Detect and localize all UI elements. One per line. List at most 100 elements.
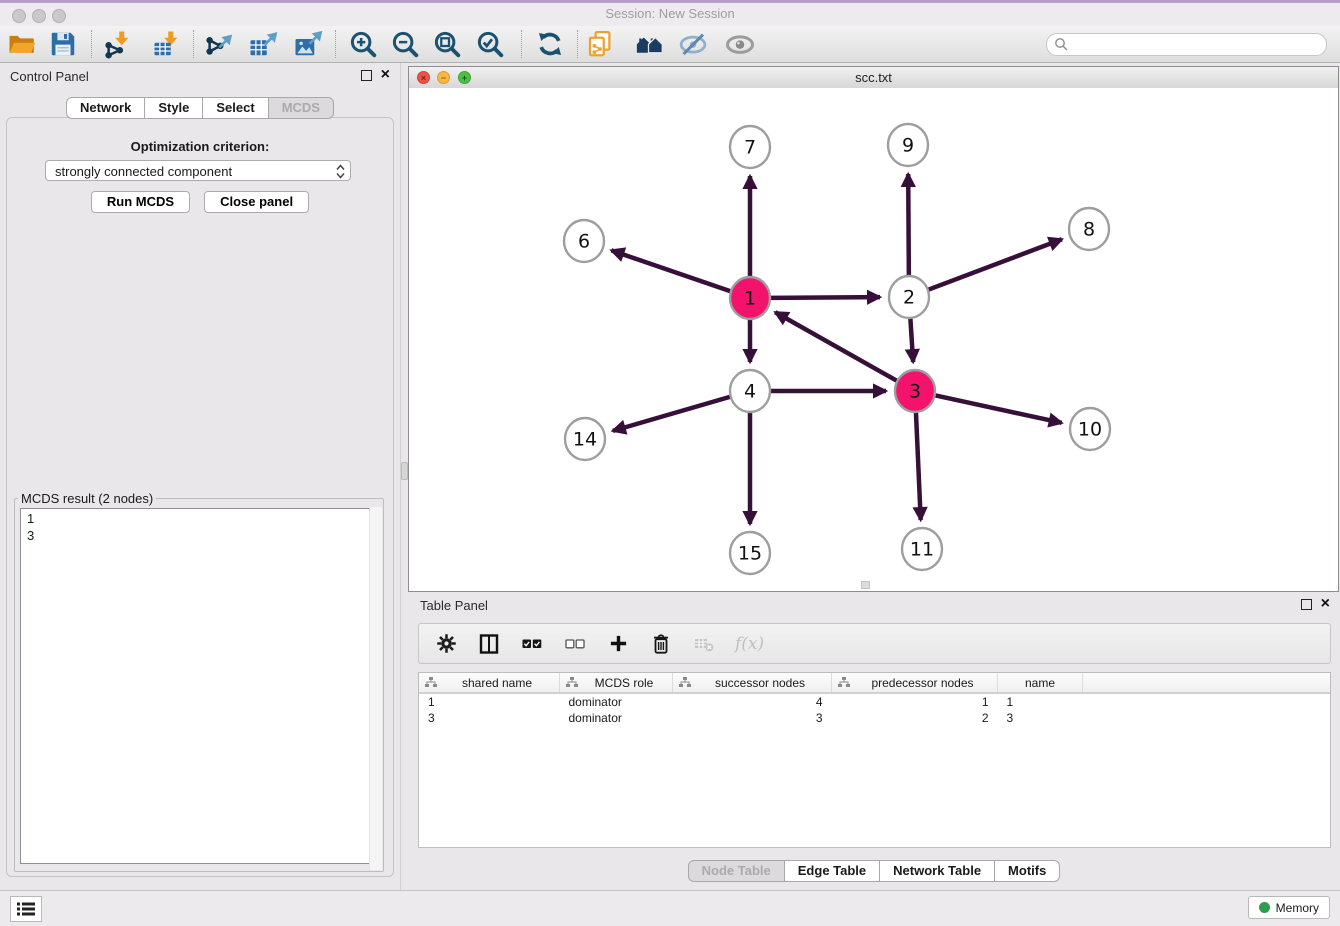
mcds-result-legend: MCDS result (2 nodes) bbox=[18, 491, 156, 506]
table-panel-title: Table Panel bbox=[420, 598, 488, 613]
column-header-predecessor-nodes[interactable]: predecessor nodes bbox=[832, 673, 998, 693]
node-14[interactable]: 14 bbox=[565, 418, 605, 460]
zoom-in-icon[interactable] bbox=[346, 29, 380, 59]
show-graphics-details-icon[interactable] bbox=[723, 29, 757, 59]
node-1[interactable]: 1 bbox=[730, 277, 770, 319]
zoom-fit-icon[interactable] bbox=[430, 29, 464, 59]
svg-text:6: 6 bbox=[578, 231, 590, 253]
edge-3-10[interactable] bbox=[936, 395, 1062, 422]
table-row-2[interactable]: 3dominator323 bbox=[419, 710, 1330, 726]
network-window-titlebar[interactable]: × − + scc.txt bbox=[409, 67, 1338, 89]
tab-node-table[interactable]: Node Table bbox=[688, 860, 785, 882]
cell-shared-name: 1 bbox=[419, 693, 560, 710]
float-panel-icon[interactable] bbox=[361, 70, 372, 81]
cell-successor-nodes: 4 bbox=[673, 693, 832, 710]
apply-layout-icon[interactable] bbox=[533, 29, 567, 59]
edge-2-3[interactable] bbox=[910, 318, 913, 362]
control-panel: Control Panel × NetworkStyleSelectMCDS O… bbox=[0, 63, 400, 890]
cell-filler bbox=[1083, 693, 1331, 710]
node-8[interactable]: 8 bbox=[1069, 208, 1109, 250]
select-all-columns-icon[interactable] bbox=[520, 632, 544, 656]
close-panel-icon[interactable]: × bbox=[381, 69, 390, 81]
cell-name: 3 bbox=[998, 710, 1083, 726]
application-window: Session: New Session bbox=[0, 0, 1340, 926]
node-table: shared nameMCDS rolesuccessor nodesprede… bbox=[418, 672, 1331, 848]
node-10[interactable]: 10 bbox=[1070, 408, 1110, 450]
search-input[interactable] bbox=[1071, 35, 1318, 54]
export-network-icon[interactable] bbox=[202, 29, 236, 59]
toggle-column-panel-icon[interactable] bbox=[477, 632, 501, 656]
column-header-successor-nodes[interactable]: successor nodes bbox=[673, 673, 832, 693]
network-canvas[interactable]: 7 9 6 8 1 2 4 3 14 10 15 11 bbox=[409, 88, 1338, 591]
network-graph[interactable]: 7 9 6 8 1 2 4 3 14 10 15 11 bbox=[409, 88, 1338, 591]
table-header-row: shared nameMCDS rolesuccessor nodesprede… bbox=[419, 673, 1330, 693]
column-header-shared-name[interactable]: shared name bbox=[419, 673, 560, 693]
tab-network[interactable]: Network bbox=[66, 97, 145, 119]
column-header-MCDS-role[interactable]: MCDS role bbox=[560, 673, 673, 693]
search-field bbox=[1046, 33, 1327, 56]
zoom-selected-icon[interactable] bbox=[473, 29, 507, 59]
status-bar: Memory bbox=[0, 890, 1340, 926]
close-table-panel-icon[interactable]: × bbox=[1321, 598, 1330, 610]
svg-text:14: 14 bbox=[573, 429, 597, 451]
delete-table-icon[interactable] bbox=[692, 632, 716, 656]
node-9[interactable]: 9 bbox=[888, 124, 928, 166]
node-7[interactable]: 7 bbox=[730, 126, 770, 168]
open-session-icon[interactable] bbox=[5, 29, 39, 59]
table-row-1[interactable]: 1dominator411 bbox=[419, 693, 1330, 710]
float-table-panel-icon[interactable] bbox=[1301, 599, 1312, 610]
edge-2-8[interactable] bbox=[929, 239, 1062, 289]
node-15[interactable]: 15 bbox=[730, 532, 770, 574]
splitter-grip[interactable] bbox=[401, 462, 408, 480]
node-2[interactable]: 2 bbox=[889, 276, 929, 318]
node-3[interactable]: 3 bbox=[895, 370, 935, 412]
edge-3-1[interactable] bbox=[775, 312, 896, 380]
export-image-icon[interactable] bbox=[291, 29, 325, 59]
column-settings-gear-icon[interactable] bbox=[434, 632, 458, 656]
edge-4-14[interactable] bbox=[613, 397, 730, 431]
node-4[interactable]: 4 bbox=[730, 370, 770, 412]
unselect-all-columns-icon[interactable] bbox=[563, 632, 587, 656]
node-11[interactable]: 11 bbox=[902, 528, 942, 570]
tab-edge-table[interactable]: Edge Table bbox=[785, 860, 880, 882]
window-resize-grip[interactable] bbox=[861, 581, 870, 589]
task-history-button[interactable] bbox=[10, 896, 42, 922]
svg-text:10: 10 bbox=[1078, 419, 1102, 441]
svg-text:2: 2 bbox=[903, 287, 915, 309]
tab-mcds[interactable]: MCDS bbox=[269, 97, 334, 119]
svg-text:9: 9 bbox=[902, 135, 914, 157]
toolbar-separator bbox=[521, 30, 522, 58]
node-6[interactable]: 6 bbox=[564, 220, 604, 262]
memory-button[interactable]: Memory bbox=[1248, 896, 1330, 919]
tab-style[interactable]: Style bbox=[145, 97, 203, 119]
mcds-result-text[interactable]: 13 bbox=[20, 508, 378, 864]
tab-network-table[interactable]: Network Table bbox=[880, 860, 995, 882]
hide-graphics-details-icon[interactable] bbox=[676, 29, 710, 59]
import-network-icon[interactable] bbox=[101, 29, 135, 59]
edge-1-6[interactable] bbox=[611, 250, 730, 291]
tab-motifs[interactable]: Motifs bbox=[995, 860, 1060, 882]
toolbar-separator bbox=[193, 30, 194, 58]
table-tabs: Node TableEdge TableNetwork TableMotifs bbox=[408, 860, 1340, 882]
save-session-icon[interactable] bbox=[46, 29, 80, 59]
add-column-icon[interactable] bbox=[606, 632, 630, 656]
export-table-icon[interactable] bbox=[246, 29, 280, 59]
first-neighbors-icon[interactable] bbox=[633, 29, 667, 59]
function-builder-icon[interactable]: f(x) bbox=[735, 634, 764, 654]
svg-text:8: 8 bbox=[1083, 219, 1095, 241]
panel-splitter[interactable] bbox=[400, 63, 408, 890]
column-header-name[interactable]: name bbox=[998, 673, 1083, 693]
result-scrollbar[interactable] bbox=[369, 507, 382, 870]
tab-select[interactable]: Select bbox=[203, 97, 268, 119]
edge-3-11[interactable] bbox=[916, 412, 921, 520]
clone-network-icon[interactable] bbox=[583, 29, 617, 59]
delete-columns-icon[interactable] bbox=[649, 632, 673, 656]
criterion-dropdown[interactable]: strongly connected component bbox=[45, 160, 351, 181]
run-mcds-button[interactable]: Run MCDS bbox=[91, 191, 190, 213]
close-panel-button[interactable]: Close panel bbox=[204, 191, 309, 213]
zoom-out-icon[interactable] bbox=[388, 29, 422, 59]
edge-1-2[interactable] bbox=[771, 297, 880, 298]
import-table-icon[interactable] bbox=[150, 29, 184, 59]
edge-2-9[interactable] bbox=[908, 174, 909, 276]
cell-successor-nodes: 3 bbox=[673, 710, 832, 726]
